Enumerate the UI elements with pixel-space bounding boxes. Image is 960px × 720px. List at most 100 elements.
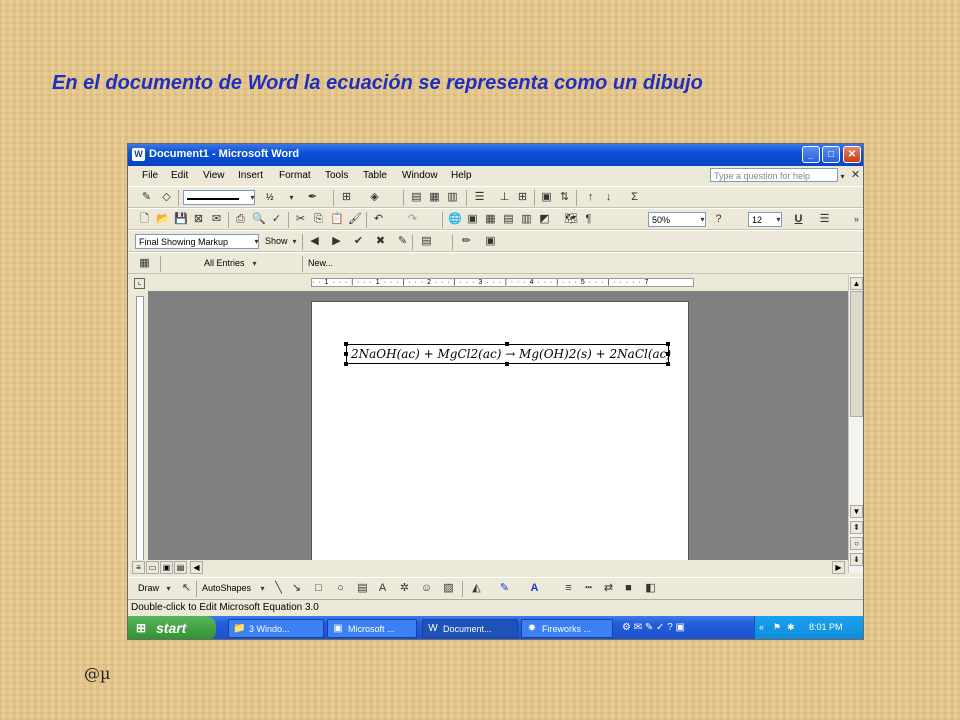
clip-art-icon[interactable]: ☺	[420, 582, 433, 595]
minimize-button[interactable]: _	[802, 146, 820, 163]
scroll-down-button[interactable]: ▼	[850, 505, 863, 518]
line-style-dropdown-icon[interactable]: ▾	[246, 191, 259, 204]
all-entries-menu[interactable]: All Entries	[204, 258, 245, 268]
line-style-icon[interactable]: ≡	[562, 582, 575, 595]
insert-picture-icon[interactable]: ▨	[442, 582, 455, 595]
close-document-icon[interactable]: ✕	[849, 169, 862, 182]
print-layout-button[interactable]: ▣	[160, 561, 173, 574]
next-page-button[interactable]: ⇟	[850, 553, 863, 566]
document-page[interactable]: 2NaOH(ac) + MgCl2(ac) → Mg(OH)2(s) + 2Na…	[311, 301, 689, 573]
fill-color-icon[interactable]: ◭	[470, 582, 483, 595]
draw-menu[interactable]: Draw	[138, 583, 159, 593]
arrow-style-icon[interactable]: ⇄	[602, 582, 615, 595]
autotext-icon[interactable]: ▦	[138, 257, 151, 270]
taskbar-item-fireworks[interactable]: ✸ Fireworks ...	[521, 619, 613, 638]
tray-security-icon[interactable]: ⚑	[773, 622, 781, 633]
help-dropdown-icon[interactable]: ▾	[836, 170, 849, 183]
borders-icon[interactable]: ⊞	[340, 191, 353, 204]
reviewing-pane-icon[interactable]: ✏	[460, 235, 473, 248]
line-style-select[interactable]	[183, 190, 255, 205]
resize-handle[interactable]	[666, 352, 670, 356]
bullets-icon[interactable]: ☰	[818, 213, 831, 226]
menu-table[interactable]: Table	[363, 170, 387, 181]
taskbar-item-powerpoint[interactable]: ▣ Microsoft ...	[327, 619, 417, 638]
line-icon[interactable]: ╲	[272, 582, 285, 595]
clock[interactable]: 8:01 PM	[809, 622, 843, 632]
help-search-input[interactable]: Type a question for help	[710, 168, 838, 182]
dash-style-icon[interactable]: ┅	[582, 582, 595, 595]
new-autotext-button[interactable]: New...	[308, 258, 333, 268]
draw-dropdown-icon[interactable]: ▾	[162, 582, 175, 595]
show-dropdown-icon[interactable]: ▾	[288, 235, 301, 248]
menu-file[interactable]: File	[142, 170, 158, 181]
copy-icon[interactable]: ⎘	[312, 213, 325, 226]
font-color-icon[interactable]: A	[528, 582, 541, 595]
resize-handle[interactable]	[344, 352, 348, 356]
show-hide-icon[interactable]: ¶	[582, 213, 595, 226]
menu-view[interactable]: View	[203, 170, 225, 181]
select-objects-icon[interactable]: ↖	[180, 582, 193, 595]
insert-excel-icon[interactable]: ▤	[502, 213, 515, 226]
reviewing-options-icon[interactable]: ▣	[484, 235, 497, 248]
redo-icon[interactable]: ↷	[406, 213, 419, 226]
normal-view-button[interactable]: ≡	[132, 561, 145, 574]
text-direction-icon[interactable]: ⇅	[558, 191, 571, 204]
web-layout-button[interactable]: ▭	[146, 561, 159, 574]
paste-icon[interactable]: 📋	[330, 213, 344, 226]
vertical-ruler[interactable]	[128, 291, 148, 573]
text-box-icon[interactable]: ▤	[356, 582, 369, 595]
email-icon[interactable]: ✉	[210, 213, 223, 226]
resize-handle[interactable]	[505, 362, 509, 366]
scroll-left-button[interactable]: ◀	[190, 561, 203, 574]
sort-ascending-icon[interactable]: ↑	[584, 191, 597, 204]
resize-handle[interactable]	[666, 342, 670, 346]
new-document-icon[interactable]: 🗋	[138, 213, 151, 226]
tray-expand-icon[interactable]: «	[759, 622, 764, 632]
next-change-icon[interactable]: ▶	[330, 235, 343, 248]
tab-selector[interactable]: ⌞	[128, 275, 148, 291]
columns-icon[interactable]: ▥	[520, 213, 533, 226]
autoformat-icon[interactable]: ▣	[540, 191, 553, 204]
insert-hyperlink-icon[interactable]: 🌐	[448, 213, 462, 226]
print-preview-icon[interactable]: 🔍	[252, 213, 266, 226]
reject-change-icon[interactable]: ✖	[374, 235, 387, 248]
wordart-icon[interactable]: A	[376, 582, 389, 595]
taskbar-item-folder[interactable]: 📁 3 Windo...	[228, 619, 324, 638]
resize-handle[interactable]	[344, 342, 348, 346]
help-icon[interactable]: ?	[712, 213, 725, 226]
insert-table-icon-2[interactable]: ▦	[484, 213, 497, 226]
horizontal-scrollbar[interactable]: ≡ ▭ ▣ ▤ ◀ ▶	[128, 560, 848, 574]
border-color-icon[interactable]: ✒	[306, 191, 319, 204]
rectangle-icon[interactable]: □	[312, 582, 325, 595]
cut-icon[interactable]: ✂	[294, 213, 307, 226]
align-icon[interactable]: ☰	[473, 191, 486, 204]
equation-object[interactable]: 2NaOH(ac) + MgCl2(ac) → Mg(OH)2(s) + 2Na…	[346, 344, 671, 364]
tab-stop-icon[interactable]: ⌞	[134, 278, 145, 289]
menu-insert[interactable]: Insert	[238, 170, 263, 181]
vertical-scrollbar[interactable]: ▲ ▼ ⇞ ○ ⇟	[848, 275, 863, 573]
start-button[interactable]: ⊞ start	[128, 616, 216, 639]
pencil-icon[interactable]: ✎	[140, 191, 153, 204]
autosum-icon[interactable]: Σ	[628, 191, 641, 204]
insert-table-icon[interactable]: ▤	[410, 191, 423, 204]
word-app-icon[interactable]: W	[132, 148, 145, 161]
autoshapes-menu[interactable]: AutoShapes	[202, 583, 251, 593]
previous-change-icon[interactable]: ◀	[308, 235, 321, 248]
menu-help[interactable]: Help	[451, 170, 472, 181]
undo-icon[interactable]: ↶	[372, 213, 385, 226]
scroll-right-button[interactable]: ▶	[832, 561, 845, 574]
reading-layout-button[interactable]: ▤	[174, 561, 187, 574]
spelling-icon[interactable]: ✓	[270, 213, 283, 226]
menu-edit[interactable]: Edit	[171, 170, 188, 181]
distribute-columns-icon[interactable]: ⊞	[516, 191, 529, 204]
line-weight-dropdown-icon[interactable]: ▾	[285, 191, 298, 204]
quick-launch-icons[interactable]: ⚙ ✉ ✎ ✓ ? ▣	[622, 622, 685, 633]
horizontal-ruler[interactable]: · · 1 · · · | · · · 1 · · · | · · · 2 · …	[148, 275, 848, 291]
drawing-icon[interactable]: ◩	[538, 213, 551, 226]
arrow-icon[interactable]: ↘	[290, 582, 303, 595]
scroll-up-button[interactable]: ▲	[850, 277, 863, 290]
distribute-rows-icon[interactable]: ⊥	[498, 191, 511, 204]
format-painter-icon[interactable]: 🖌	[348, 213, 362, 226]
display-dropdown-icon[interactable]: ▾	[250, 235, 263, 248]
shadow-style-icon[interactable]: ■	[622, 582, 635, 595]
